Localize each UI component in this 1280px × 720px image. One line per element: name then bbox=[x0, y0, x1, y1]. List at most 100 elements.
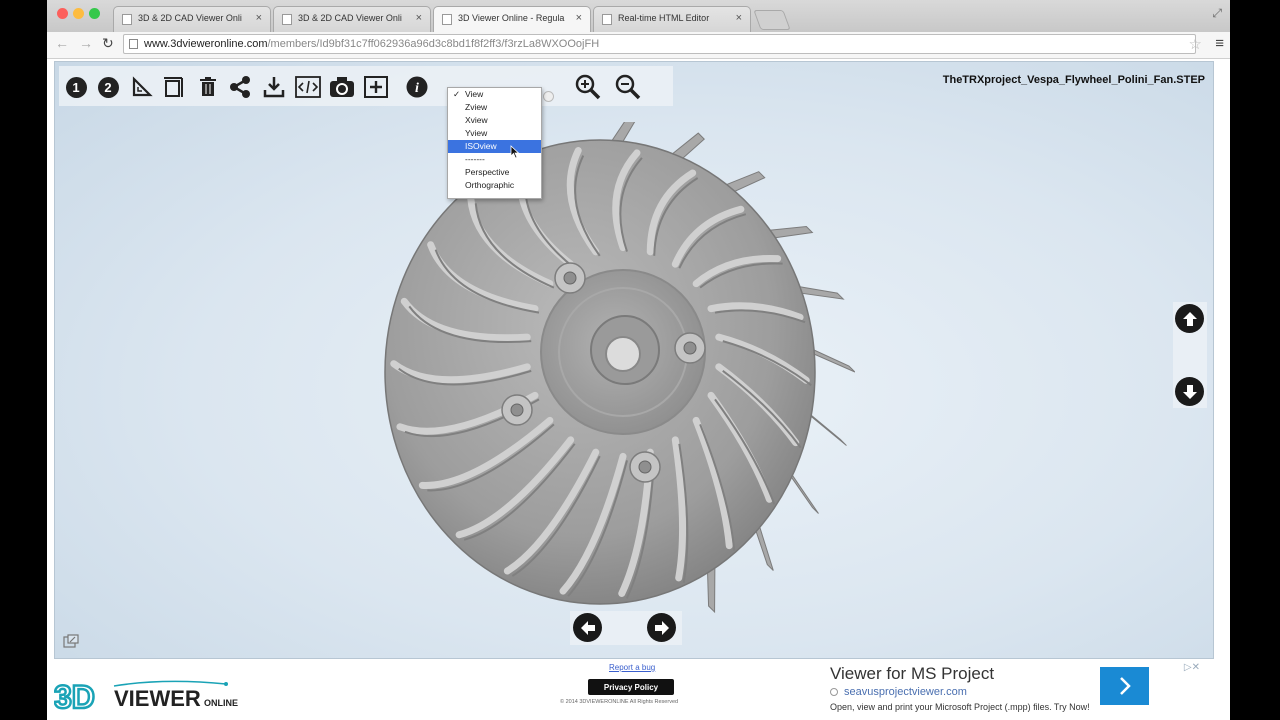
ad-description: Open, view and print your Microsoft Proj… bbox=[830, 702, 1090, 712]
checkmark-icon: ✓ bbox=[453, 89, 461, 99]
share-button[interactable] bbox=[227, 75, 253, 99]
open-window-icon[interactable] bbox=[63, 634, 79, 648]
close-icon[interactable]: × bbox=[256, 12, 262, 24]
zoom-out-icon bbox=[615, 74, 641, 100]
menu-separator-label: ------- bbox=[465, 154, 485, 164]
privacy-policy-button[interactable]: Privacy Policy bbox=[588, 679, 674, 695]
horizontal-nav bbox=[570, 611, 682, 645]
arrow-down-icon bbox=[1182, 384, 1197, 399]
fit-view-button[interactable] bbox=[363, 75, 389, 99]
flywheel-model[interactable] bbox=[355, 122, 855, 622]
ad-go-button[interactable] bbox=[1100, 667, 1149, 705]
delete-button[interactable] bbox=[195, 75, 221, 99]
reload-icon[interactable]: ↻ bbox=[102, 35, 114, 52]
share-icon bbox=[230, 76, 250, 98]
3dvieweronline-logo[interactable]: 3D VIEWER ONLINE bbox=[53, 674, 244, 719]
menu-item-label: ISOview bbox=[465, 141, 497, 151]
viewer-toolbar: 1 2 i bbox=[59, 66, 673, 106]
adchoices-icon[interactable]: ▷✕ bbox=[1184, 662, 1200, 673]
info-button[interactable]: i bbox=[404, 75, 430, 99]
forward-icon[interactable]: → bbox=[79, 35, 93, 51]
menu-item-label: Yview bbox=[465, 128, 488, 138]
trash-icon bbox=[200, 77, 216, 96]
move-up-button[interactable] bbox=[1175, 304, 1204, 333]
3d-viewport[interactable]: 1 2 i TheTRXproject_Vespa_Flywheel_Polin… bbox=[54, 61, 1214, 659]
browser-menu-icon[interactable]: ≡ bbox=[1215, 35, 1224, 52]
url-path: /members/Id9bf31c7ff062936a96d3c8bd1f8f2… bbox=[267, 38, 600, 50]
browser-window: 3D & 2D CAD Viewer Onli × 3D & 2D CAD Vi… bbox=[47, 0, 1230, 720]
new-tab-button[interactable] bbox=[753, 10, 791, 30]
menu-item-zview[interactable]: Zview bbox=[448, 101, 541, 114]
menu-item-label: Zview bbox=[465, 102, 488, 112]
zoom-out-button[interactable] bbox=[615, 74, 641, 100]
close-icon[interactable]: × bbox=[416, 12, 422, 24]
view-2-icon: 2 bbox=[97, 76, 119, 98]
menu-item-view[interactable]: ✓ View bbox=[448, 88, 541, 101]
menu-item-label: Orthographic bbox=[465, 180, 515, 190]
copyright-text: © 2014 3DVIEWERONLINE All Rights Reserve… bbox=[560, 699, 679, 705]
tab-label: 3D & 2D CAD Viewer Onli bbox=[138, 13, 242, 23]
move-left-button[interactable] bbox=[573, 613, 602, 642]
download-icon bbox=[263, 77, 285, 98]
svg-text:ONLINE: ONLINE bbox=[204, 698, 238, 708]
fit-icon bbox=[364, 76, 388, 98]
minimize-window-button[interactable] bbox=[73, 8, 84, 19]
ad-banner[interactable]: Viewer for MS Project seavusprojectviewe… bbox=[830, 662, 1210, 718]
page-icon bbox=[129, 39, 138, 49]
zoom-in-icon bbox=[575, 74, 601, 100]
maximize-window-button[interactable] bbox=[89, 8, 100, 19]
browser-tab-active[interactable]: 3D Viewer Online - Regula × bbox=[433, 6, 591, 32]
svg-text:i: i bbox=[415, 81, 419, 96]
page-icon bbox=[602, 14, 612, 25]
menu-item-isoview[interactable]: ISOview bbox=[448, 140, 541, 153]
embed-button[interactable] bbox=[295, 75, 321, 99]
menu-item-orthographic[interactable]: Orthographic bbox=[448, 179, 541, 192]
browser-tab[interactable]: Real-time HTML Editor × bbox=[593, 6, 751, 32]
svg-text:VIEWER: VIEWER bbox=[114, 686, 201, 711]
menu-item-perspective[interactable]: Perspective bbox=[448, 166, 541, 179]
view-dropdown-menu: ✓ View Zview Xview Yview ISOview ------- … bbox=[447, 87, 542, 199]
tab-label: 3D & 2D CAD Viewer Onli bbox=[298, 13, 402, 23]
measure-icon bbox=[132, 76, 153, 97]
screenshot-button[interactable] bbox=[329, 75, 355, 99]
download-button[interactable] bbox=[261, 75, 287, 99]
close-icon[interactable]: × bbox=[736, 12, 742, 24]
mouse-cursor-icon bbox=[510, 145, 520, 159]
page-content: 1 2 i TheTRXproject_Vespa_Flywheel_Polin… bbox=[47, 59, 1230, 720]
browser-toolbar: ← → ↻ www.3dvieweronline.com/members/Id9… bbox=[47, 32, 1230, 59]
move-down-button[interactable] bbox=[1175, 377, 1204, 406]
close-icon[interactable]: × bbox=[576, 12, 582, 24]
zoom-in-button[interactable] bbox=[575, 74, 601, 100]
svg-text:3D: 3D bbox=[54, 679, 95, 714]
url-host: www.3dvieweronline.com bbox=[144, 38, 268, 50]
camera-icon bbox=[330, 77, 354, 97]
info-icon: i bbox=[406, 76, 428, 98]
menu-item-yview[interactable]: Yview bbox=[448, 127, 541, 140]
bookmark-star-icon[interactable]: ☆ bbox=[1189, 35, 1202, 53]
dropdown-handle[interactable] bbox=[543, 91, 554, 102]
ad-title[interactable]: Viewer for MS Project bbox=[830, 664, 994, 684]
measure-button[interactable] bbox=[129, 75, 155, 99]
vertical-nav bbox=[1173, 302, 1207, 408]
close-window-button[interactable] bbox=[57, 8, 68, 19]
page-icon bbox=[122, 14, 132, 25]
back-icon[interactable]: ← bbox=[55, 35, 69, 51]
menu-item-label: Perspective bbox=[465, 167, 510, 177]
fullscreen-icon[interactable]: ⤢ bbox=[1212, 6, 1222, 21]
arrow-up-icon bbox=[1182, 311, 1197, 326]
section-button[interactable] bbox=[161, 75, 187, 99]
browser-tab[interactable]: 3D & 2D CAD Viewer Onli × bbox=[273, 6, 431, 32]
move-right-button[interactable] bbox=[647, 613, 676, 642]
privacy-policy-label: Privacy Policy bbox=[603, 682, 659, 692]
ad-url[interactable]: seavusprojectviewer.com bbox=[844, 686, 967, 698]
browser-tab[interactable]: 3D & 2D CAD Viewer Onli × bbox=[113, 6, 271, 32]
address-bar[interactable]: www.3dvieweronline.com/members/Id9bf31c7… bbox=[123, 34, 1196, 54]
tab-label: 3D Viewer Online - Regula bbox=[458, 13, 565, 23]
view-2-button[interactable]: 2 bbox=[95, 75, 121, 99]
bolt-hole bbox=[563, 271, 577, 285]
report-bug-link[interactable]: Report a bug bbox=[609, 663, 655, 672]
tab-label: Real-time HTML Editor bbox=[618, 13, 710, 23]
embed-code-icon bbox=[295, 76, 321, 98]
menu-item-xview[interactable]: Xview bbox=[448, 114, 541, 127]
view-1-button[interactable]: 1 bbox=[63, 75, 89, 99]
